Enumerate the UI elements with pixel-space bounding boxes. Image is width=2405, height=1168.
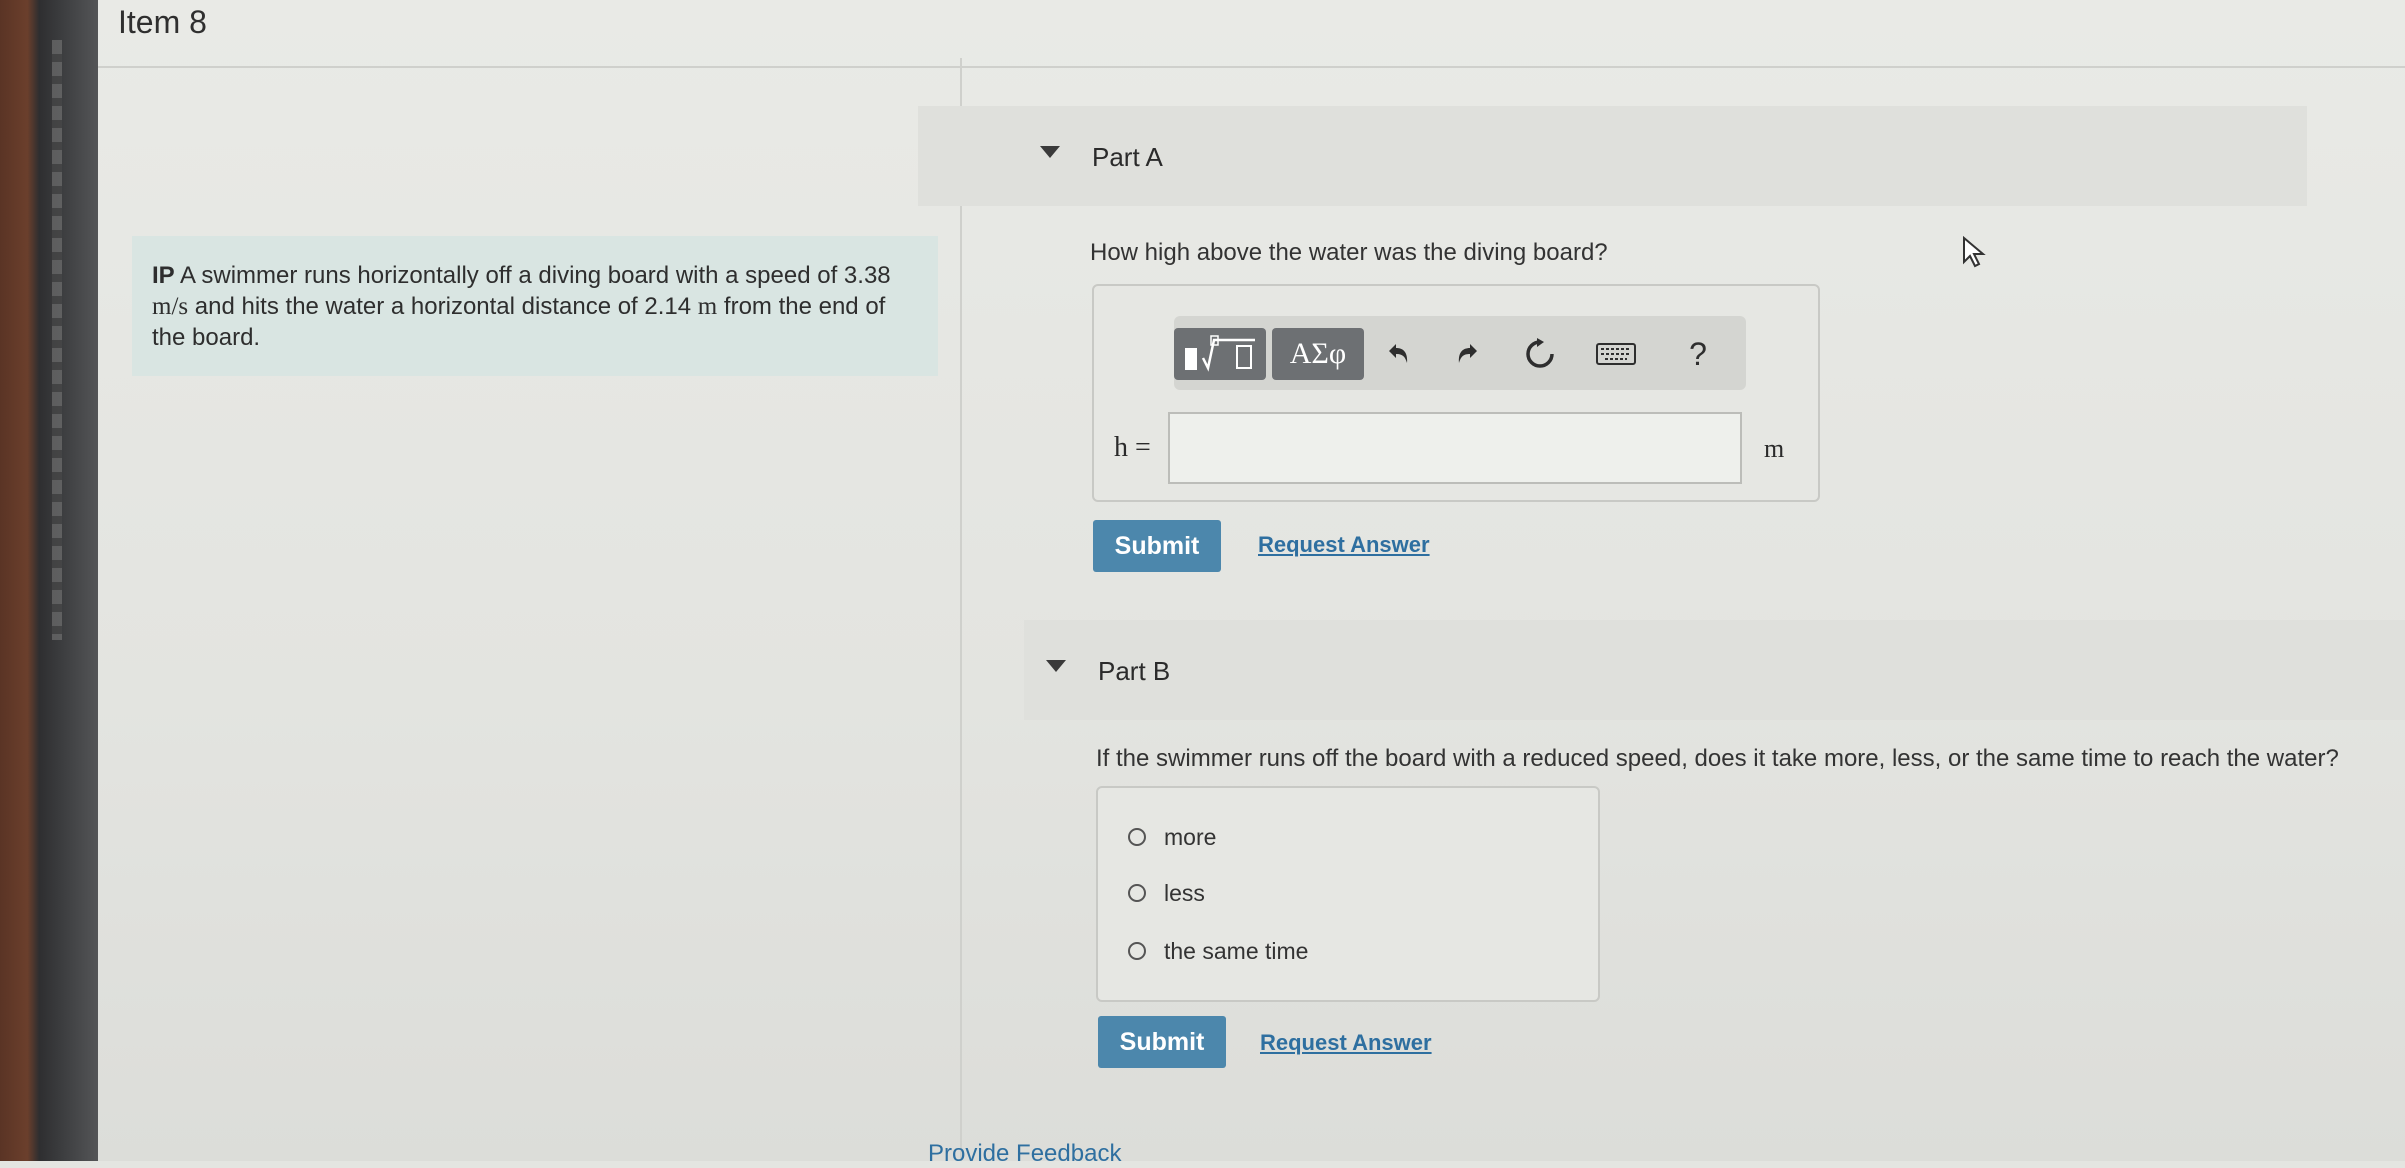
problem-text-1: A swimmer runs horizontally off a diving… xyxy=(174,262,891,289)
part-a-submit-button[interactable]: Submit xyxy=(1093,520,1221,572)
part-b-header[interactable]: Part B xyxy=(1024,620,2405,720)
keyboard-icon[interactable] xyxy=(1588,328,1644,380)
problem-statement: IP A swimmer runs horizontally off a div… xyxy=(132,236,938,376)
problem-text-2: and hits the water a horizontal distance… xyxy=(188,293,698,320)
column-divider xyxy=(960,58,962,1161)
help-button[interactable]: ? xyxy=(1674,328,1722,380)
collapse-caret-icon[interactable] xyxy=(1046,660,1066,672)
part-b-submit-button[interactable]: Submit xyxy=(1098,1016,1226,1068)
distance-unit: m xyxy=(697,293,718,320)
choice-more[interactable]: more xyxy=(1128,820,1216,854)
part-b-question: If the swimmer runs off the board with a… xyxy=(1096,745,2339,772)
undo-icon[interactable] xyxy=(1374,328,1422,380)
header-divider xyxy=(98,66,2405,68)
variable-label: h = xyxy=(1114,432,1151,463)
part-b-label: Part B xyxy=(1098,656,1171,686)
radio-button[interactable] xyxy=(1128,828,1146,846)
choice-label: the same time xyxy=(1164,937,1309,964)
problem-prefix: IP xyxy=(152,262,175,289)
radio-button[interactable] xyxy=(1128,884,1146,902)
greek-symbols-button[interactable]: ΑΣφ xyxy=(1272,328,1364,380)
part-a-header[interactable]: Part A xyxy=(918,106,2307,206)
part-a-question: How high above the water was the diving … xyxy=(1090,239,1608,266)
answer-box: ΑΣφ ? h = m xyxy=(1092,284,1820,502)
part-b-request-answer-link[interactable]: Request Answer xyxy=(1260,1030,1432,1056)
choice-label: more xyxy=(1164,823,1217,850)
choice-less[interactable]: less xyxy=(1128,876,1205,910)
mouse-cursor-icon xyxy=(1962,235,1988,275)
choice-same-time[interactable]: the same time xyxy=(1128,934,1308,968)
unit-label: m xyxy=(1764,434,1785,463)
reset-icon[interactable] xyxy=(1516,328,1564,380)
provide-feedback-link[interactable]: Provide Feedback xyxy=(928,1140,1121,1168)
answer-input[interactable] xyxy=(1168,412,1742,484)
item-title: Item 8 xyxy=(118,4,207,40)
part-a-request-answer-link[interactable]: Request Answer xyxy=(1258,532,1430,558)
monitor-bezel xyxy=(0,0,98,1161)
redo-icon[interactable] xyxy=(1444,328,1492,380)
collapse-caret-icon[interactable] xyxy=(1040,146,1060,158)
speed-unit: m/s xyxy=(152,293,189,320)
radio-button[interactable] xyxy=(1128,942,1146,960)
choices-box: more less the same time xyxy=(1096,786,1600,1002)
math-toolbar: ΑΣφ ? xyxy=(1174,316,1746,390)
choice-label: less xyxy=(1164,879,1205,906)
sqrt-template-icon[interactable] xyxy=(1174,328,1266,380)
part-a-label: Part A xyxy=(1092,142,1163,172)
